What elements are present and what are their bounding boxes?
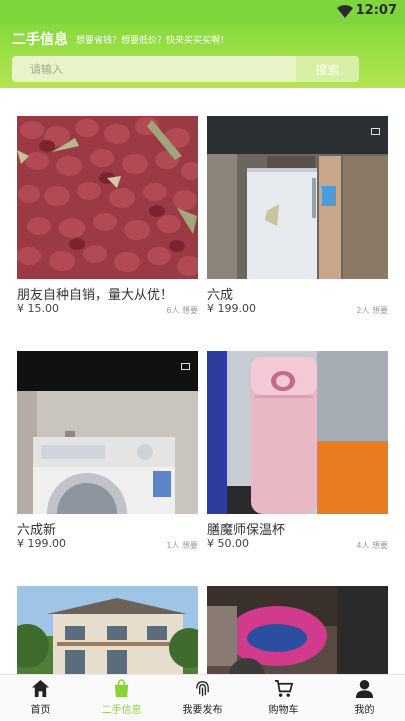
cart-icon — [274, 680, 293, 697]
video-icon — [371, 128, 380, 135]
product-image — [207, 116, 388, 279]
user-icon — [355, 679, 374, 698]
product-name: 朋友自种自销，量大从优！ — [17, 288, 174, 303]
product-card[interactable] — [17, 586, 198, 674]
product-price: ¥ 15.00 — [17, 302, 59, 315]
product-wants: 2人 想要 — [356, 306, 388, 315]
product-card[interactable]: 六成 ¥ 199.00 2人 想要 — [207, 116, 388, 315]
product-wants: 6人 想要 — [166, 306, 198, 315]
home-icon — [31, 679, 50, 698]
clock: 12:07 — [355, 3, 397, 18]
app-header: 二手信息 想要省钱？想要低价？快来买买买啊！ 搜索 — [0, 24, 405, 88]
product-card[interactable]: 六成新 ¥ 199.00 1人 想要 — [17, 351, 198, 550]
product-wants: 4人 想要 — [356, 541, 388, 550]
tab-second-hand[interactable]: 二手信息 — [81, 675, 162, 721]
bottom-tab-bar: 首页 二手信息 我要发布 购物车 我的 — [0, 674, 405, 720]
status-bar: 12:07 — [0, 0, 405, 24]
product-card[interactable]: 膳魔师保温杯 ¥ 50.00 4人 想要 — [207, 351, 388, 550]
tab-home[interactable]: 首页 — [0, 675, 81, 721]
search-button[interactable]: 搜索 — [296, 56, 359, 82]
tab-label: 购物车 — [268, 705, 299, 716]
product-image — [17, 116, 198, 279]
product-name: 六成 — [207, 288, 234, 303]
product-grid: 朋友自种自销，量大从优！ ¥ 15.00 6人 想要 六成 ¥ 199.00 2 — [0, 88, 405, 674]
wifi-icon — [337, 5, 353, 18]
product-image — [17, 351, 198, 514]
tab-label: 我的 — [354, 705, 375, 716]
product-card[interactable] — [207, 586, 388, 674]
product-image — [207, 586, 388, 674]
tab-cart[interactable]: 购物车 — [243, 675, 324, 721]
product-name: 膳魔师保温杯 — [207, 523, 286, 538]
product-wants: 1人 想要 — [166, 541, 198, 550]
product-name: 六成新 — [17, 523, 57, 538]
bag-icon — [114, 679, 129, 698]
header-slogan: 想要省钱？想要低价？快来买买买啊！ — [76, 36, 230, 46]
search-input[interactable] — [12, 56, 296, 82]
product-price: ¥ 199.00 — [207, 302, 256, 315]
tab-label: 我要发布 — [182, 705, 223, 716]
tab-publish[interactable]: 我要发布 — [162, 675, 243, 721]
product-image — [17, 586, 198, 674]
fingerprint-icon — [196, 681, 209, 697]
tab-mine[interactable]: 我的 — [324, 675, 405, 721]
tab-label: 首页 — [30, 705, 51, 716]
product-price: ¥ 199.00 — [17, 537, 66, 550]
search-bar: 搜索 — [12, 56, 359, 82]
page-title: 二手信息 — [12, 32, 68, 48]
tab-label: 二手信息 — [101, 705, 142, 716]
product-price: ¥ 50.00 — [207, 537, 249, 550]
product-image — [207, 351, 388, 514]
product-card[interactable]: 朋友自种自销，量大从优！ ¥ 15.00 6人 想要 — [17, 116, 198, 315]
video-icon — [181, 363, 190, 370]
